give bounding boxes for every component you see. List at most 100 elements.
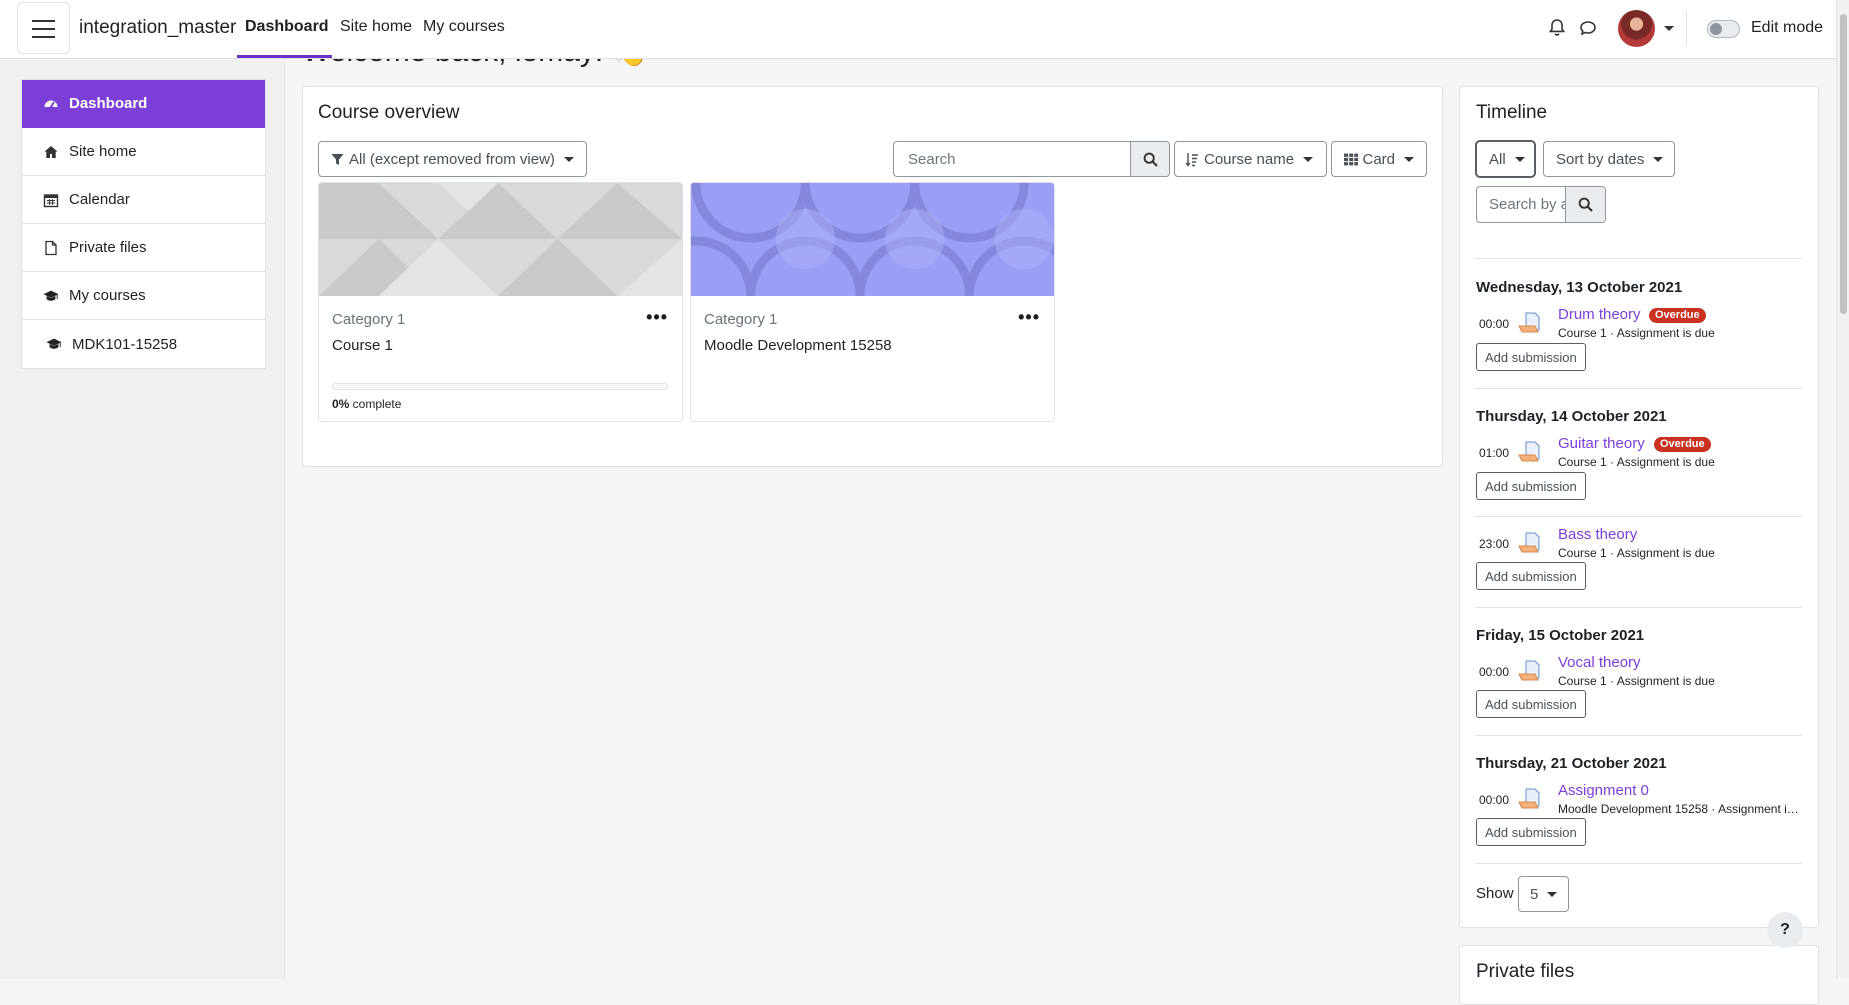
- course-filter-dropdown[interactable]: All (except removed from view): [318, 141, 587, 177]
- timeline-divider: [1475, 735, 1802, 736]
- course-image[interactable]: [319, 183, 682, 296]
- show-count-value: 5: [1530, 885, 1539, 903]
- timeline-divider: [1475, 863, 1802, 864]
- user-menu-chevron-down-icon[interactable]: [1664, 26, 1674, 31]
- add-submission-button[interactable]: Add submission: [1476, 818, 1586, 846]
- course-search-input[interactable]: Search: [894, 142, 1130, 176]
- timeline-date-heading: Thursday, 14 October 2021: [1476, 408, 1667, 425]
- timeline-event-meta: Course 1 · Assignment is due: [1558, 326, 1715, 340]
- timeline-event-meta: Moodle Development 15258 · Assignment is…: [1558, 802, 1804, 816]
- course-name[interactable]: Course 1: [332, 337, 393, 354]
- timeline-search-input[interactable]: Search by activity type or name: [1477, 187, 1565, 222]
- course-progress-suffix: complete: [349, 397, 402, 411]
- timeline-event-meta: Course 1 · Assignment is due: [1558, 546, 1715, 560]
- menu-icon-bar: [32, 28, 55, 30]
- chevron-down-icon: [1514, 156, 1525, 162]
- timeline-divider: [1475, 388, 1802, 389]
- timeline-search-button[interactable]: [1565, 187, 1605, 222]
- timeline-title: Timeline: [1476, 102, 1548, 123]
- timeline-divider: [1475, 607, 1802, 608]
- course-category: Category 1: [332, 311, 406, 328]
- navbar-divider: [1686, 12, 1687, 46]
- timeline-divider: [1475, 258, 1802, 259]
- scrollbar-thumb[interactable]: [1840, 14, 1847, 314]
- course-view-label: Card: [1362, 150, 1395, 168]
- drawer-item-label: Dashboard: [69, 95, 148, 112]
- timeline-event-meta: Course 1 · Assignment is due: [1558, 455, 1715, 469]
- drawer-item-label: My courses: [69, 287, 146, 304]
- timeline-event-link[interactable]: Guitar theory: [1558, 435, 1645, 452]
- user-avatar[interactable]: [1618, 10, 1655, 47]
- file-icon: [43, 240, 59, 256]
- search-icon: [1143, 152, 1158, 167]
- course-category: Category 1: [704, 311, 778, 328]
- drawer-item-my-courses[interactable]: My courses: [22, 272, 265, 320]
- timeline-event-time: 00:00: [1479, 665, 1510, 679]
- timeline-search-field[interactable]: Search by activity type or name: [1476, 186, 1606, 223]
- help-button[interactable]: ?: [1767, 912, 1803, 948]
- add-submission-button[interactable]: Add submission: [1476, 690, 1586, 718]
- drawer-toggle-button[interactable]: [17, 2, 70, 54]
- assignment-icon: [1518, 441, 1540, 462]
- course-search-button[interactable]: [1130, 142, 1169, 176]
- drawer-item-private-files[interactable]: Private files: [22, 224, 265, 272]
- graduation-cap-icon: [43, 288, 59, 304]
- course-filter-label: All (except removed from view): [349, 150, 555, 168]
- show-count-dropdown[interactable]: 5: [1518, 876, 1569, 912]
- course-view-dropdown[interactable]: Card: [1331, 141, 1427, 177]
- drawer-item-label: Site home: [69, 143, 137, 160]
- edit-mode-label: Edit mode: [1751, 19, 1824, 36]
- drawer-item-mdk101[interactable]: MDK101-15258: [22, 320, 265, 368]
- course-image[interactable]: [691, 183, 1054, 356]
- timeline-event-time: 00:00: [1479, 793, 1510, 807]
- course-search-field[interactable]: Search: [893, 141, 1170, 177]
- add-submission-button[interactable]: Add submission: [1476, 562, 1586, 590]
- timeline-event-link[interactable]: Bass theory: [1558, 526, 1637, 543]
- timeline-sort-dropdown[interactable]: Sort by dates: [1543, 141, 1675, 177]
- chevron-down-icon: [1303, 156, 1314, 162]
- course-actions-menu-icon[interactable]: •••: [1018, 307, 1040, 328]
- assignment-icon: [1518, 660, 1540, 681]
- dashboard-icon: [43, 96, 59, 112]
- site-name[interactable]: integration_master: [79, 17, 236, 39]
- add-submission-button[interactable]: Add submission: [1476, 472, 1586, 500]
- overdue-badge: Overdue: [1654, 437, 1711, 452]
- course-card[interactable]: Category 1 ••• Moodle Development 15258: [690, 182, 1055, 422]
- drawer-item-site-home[interactable]: Site home: [22, 128, 265, 176]
- edit-mode-toggle[interactable]: [1707, 20, 1740, 38]
- active-nav-indicator: [237, 55, 332, 58]
- drawer-item-dashboard[interactable]: Dashboard: [22, 80, 265, 128]
- timeline-event-time: 01:00: [1479, 446, 1510, 460]
- filter-icon: [331, 153, 344, 165]
- course-name[interactable]: Moodle Development 15258: [704, 337, 892, 354]
- page-scrollbar[interactable]: [1836, 0, 1849, 979]
- bell-icon[interactable]: [1545, 16, 1569, 40]
- course-overview-title: Course overview: [318, 102, 460, 123]
- timeline-filter-label: All: [1489, 150, 1506, 168]
- drawer-item-label: Private files: [69, 239, 147, 256]
- timeline-event-link[interactable]: Vocal theory: [1558, 654, 1641, 671]
- menu-icon: [32, 20, 55, 22]
- timeline-event-link[interactable]: Assignment 0: [1558, 782, 1649, 799]
- course-sort-dropdown[interactable]: Course name: [1174, 141, 1327, 177]
- calendar-icon: [43, 192, 59, 208]
- add-submission-button[interactable]: Add submission: [1476, 343, 1586, 371]
- nav-my-courses[interactable]: My courses: [423, 18, 505, 36]
- private-files-title: Private files: [1476, 961, 1575, 982]
- show-count-label: Show: [1476, 885, 1514, 902]
- chat-icon[interactable]: [1576, 16, 1600, 40]
- course-card[interactable]: Category 1 ••• Course 1 0% complete: [318, 182, 683, 422]
- timeline-event-time: 23:00: [1479, 537, 1510, 551]
- course-progress-bar: [332, 383, 668, 390]
- nav-site-home[interactable]: Site home: [340, 18, 412, 36]
- drawer-item-calendar[interactable]: Calendar: [22, 176, 265, 224]
- course-progress-label: 0% complete: [332, 397, 401, 411]
- menu-icon-bar: [32, 36, 55, 38]
- left-drawer: Dashboard Site home Calendar Private fil…: [0, 59, 285, 979]
- graduation-cap-icon: [46, 336, 62, 352]
- timeline-filter-dropdown[interactable]: All: [1476, 141, 1535, 177]
- nav-dashboard[interactable]: Dashboard: [245, 18, 329, 36]
- timeline-event-link[interactable]: Drum theory: [1558, 306, 1641, 323]
- home-icon: [43, 144, 59, 160]
- course-actions-menu-icon[interactable]: •••: [646, 307, 668, 328]
